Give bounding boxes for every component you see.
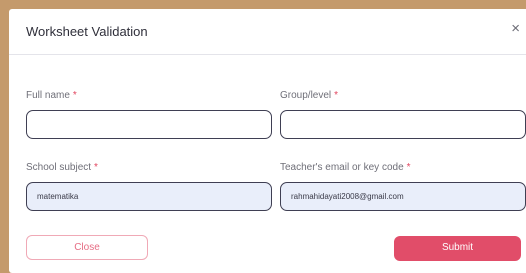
teacher-email-label: Teacher's email or key code * <box>280 162 411 173</box>
full-name-field: Full name * <box>26 89 272 139</box>
required-mark: * <box>406 162 411 173</box>
teacher-email-field: Teacher's email or key code * rahmahidaya… <box>280 161 526 211</box>
full-name-input[interactable] <box>26 110 272 139</box>
dialog-header: Worksheet Validation × <box>9 9 526 55</box>
required-mark: * <box>72 90 77 101</box>
group-level-label: Group/level * <box>280 90 339 101</box>
worksheet-validation-dialog: Worksheet Validation × Full name * Group/… <box>9 9 526 273</box>
required-mark: * <box>94 162 98 173</box>
group-level-input[interactable] <box>280 110 526 139</box>
school-subject-field: School subject * matematika <box>26 161 272 211</box>
teacher-email-input[interactable]: rahmahidayati2008@gmail.com <box>280 182 526 211</box>
dialog-title: Worksheet Validation <box>26 24 148 39</box>
school-subject-input[interactable]: matematika <box>26 182 272 211</box>
close-icon[interactable]: × <box>511 20 520 37</box>
school-subject-label: School subject * <box>26 162 98 173</box>
group-level-field: Group/level * <box>280 89 526 139</box>
required-mark: * <box>334 90 339 101</box>
close-button[interactable]: Close <box>26 235 148 260</box>
submit-button[interactable]: Submit <box>394 236 521 261</box>
full-name-label: Full name * <box>26 90 77 101</box>
